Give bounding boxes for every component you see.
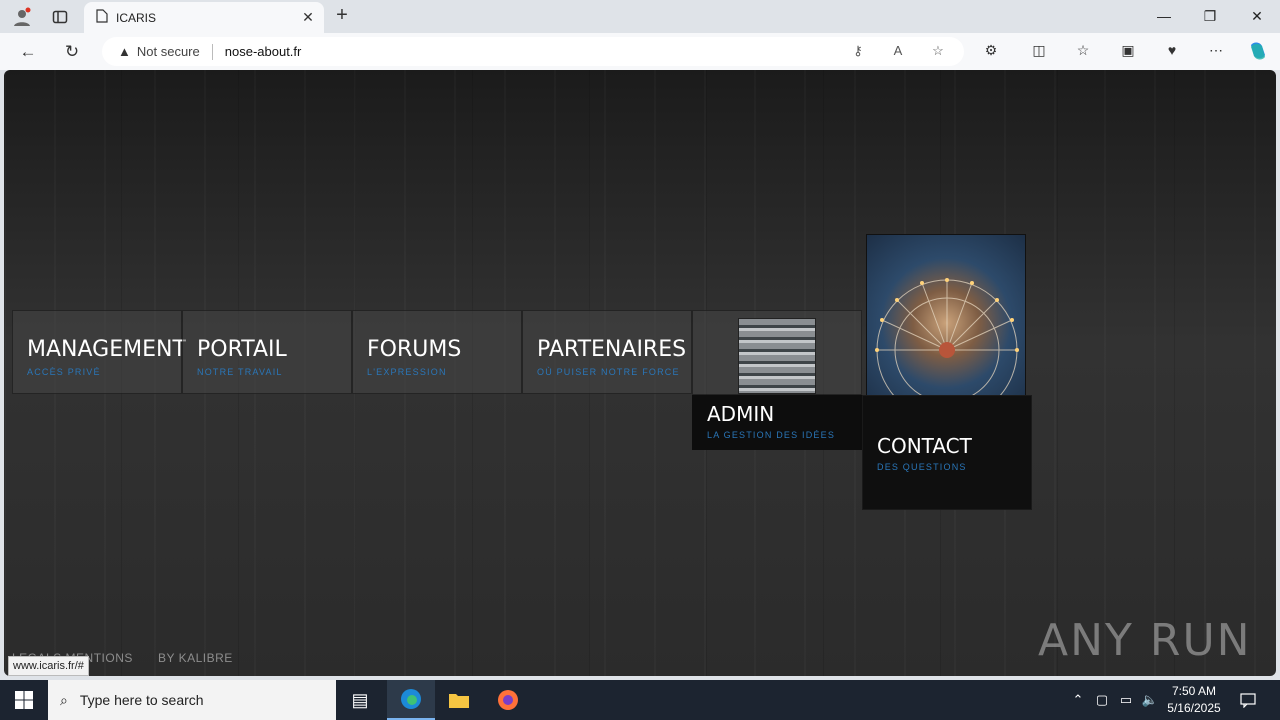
tray-app-icon[interactable]: ▢ [1092, 680, 1112, 720]
warning-icon[interactable]: ▲ [118, 44, 131, 59]
tab-actions-icon[interactable] [48, 6, 72, 28]
close-window-icon[interactable]: ✕ [1234, 4, 1280, 28]
tile-subtitle: LA GESTION DES IDÉES [707, 430, 836, 440]
server-rack-image [738, 318, 816, 394]
tile-subtitle: OÙ PUISER NOTRE FORCE [537, 367, 680, 377]
search-icon: ⌕ [60, 691, 68, 708]
firefox-icon[interactable] [484, 680, 532, 720]
start-button[interactable] [0, 680, 48, 720]
divider [211, 43, 213, 60]
split-screen-icon[interactable]: ◫ [1028, 42, 1050, 62]
back-icon[interactable]: ← [14, 39, 42, 65]
tile-subtitle: NOTRE TRAVAIL [197, 367, 283, 377]
taskbar-search[interactable]: ⌕ Type here to search [48, 680, 336, 720]
toolbar: ← ↻ ▲ Not secure nose-about.fr ⚷ A ☆ ⚙ ◫… [0, 33, 1280, 70]
collections-icon[interactable]: ▣ [1117, 42, 1139, 62]
tab-strip: ICARIS ✕ + — ❐ ✕ [0, 0, 1280, 33]
system-clock[interactable]: 7:50 AM 5/16/2025 [1160, 683, 1228, 717]
volume-icon[interactable]: 🔈 [1140, 680, 1160, 720]
clock-time: 7:50 AM [1171, 684, 1217, 698]
tab-icaris[interactable]: ICARIS ✕ [84, 2, 324, 33]
tile-title: CONTACT [877, 434, 972, 458]
profile-icon[interactable] [10, 6, 34, 28]
reload-icon[interactable]: ↻ [58, 39, 86, 65]
clock-date: 5/16/2025 [1167, 701, 1221, 715]
page-icon [96, 9, 108, 26]
anyrun-watermark: ANY RUN [1038, 614, 1252, 666]
tile-subtitle: L'EXPRESSION [367, 367, 447, 377]
security-label[interactable]: Not secure [137, 44, 200, 59]
task-view-icon[interactable]: ▤ [336, 680, 384, 720]
performance-icon[interactable]: ♥ [1161, 42, 1183, 62]
restore-icon[interactable]: ❐ [1187, 4, 1233, 28]
network-icon[interactable]: ▭ [1116, 680, 1136, 720]
ferris-wheel-image [866, 234, 1026, 396]
close-tab-icon[interactable]: ✕ [298, 9, 318, 26]
tile-subtitle: ACCÈS PRIVÉ [27, 367, 101, 377]
tile-forums[interactable]: FORUMS L'EXPRESSION [352, 310, 522, 394]
tile-admin[interactable]: ADMIN LA GESTION DES IDÉES [692, 395, 862, 450]
minimize-icon[interactable]: — [1141, 4, 1187, 28]
key-icon[interactable]: ⚷ [848, 43, 868, 61]
tile-title: MANAGEMENT [27, 337, 186, 362]
notifications-icon[interactable] [1234, 680, 1262, 720]
tile-title: PORTAIL [197, 337, 287, 362]
credit-link[interactable]: BY KALIBRE [158, 651, 233, 665]
edge-icon[interactable] [387, 680, 435, 720]
web-page: MANAGEMENT ACCÈS PRIVÉ PORTAIL NOTRE TRA… [4, 70, 1276, 676]
taskbar: ⌕ Type here to search ▤ ⌃ ▢ ▭ 🔈 7:50 AM … [0, 680, 1280, 720]
tile-title: ADMIN [707, 402, 775, 426]
tray-chevron-icon[interactable]: ⌃ [1068, 680, 1088, 720]
tile-portail[interactable]: PORTAIL NOTRE TRAVAIL [182, 310, 352, 394]
tile-subtitle: DES QUESTIONS [877, 462, 967, 472]
more-menu-icon[interactable]: ⋯ [1205, 42, 1227, 62]
copilot-icon[interactable] [1246, 39, 1268, 60]
tab-title: ICARIS [116, 10, 157, 25]
address-bar[interactable]: ▲ Not secure nose-about.fr ⚷ A ☆ [102, 37, 964, 66]
file-explorer-icon[interactable] [435, 680, 483, 720]
tile-contact[interactable]: CONTACT DES QUESTIONS [862, 395, 1032, 510]
favorites-icon[interactable]: ☆ [1072, 42, 1094, 62]
extensions-icon[interactable]: ⚙ [980, 42, 1002, 62]
url-text[interactable]: nose-about.fr [225, 44, 302, 59]
tile-partenaires[interactable]: PARTENAIRES OÙ PUISER NOTRE FORCE [522, 310, 692, 394]
tile-management[interactable]: MANAGEMENT ACCÈS PRIVÉ [12, 310, 186, 394]
status-bar-url: www.icaris.fr/# [8, 656, 89, 676]
search-placeholder: Type here to search [79, 692, 204, 708]
favorite-star-icon[interactable]: ☆ [928, 43, 948, 61]
new-tab-button[interactable]: + [330, 4, 354, 28]
read-aloud-icon[interactable]: A [888, 43, 908, 61]
tile-title: FORUMS [367, 337, 462, 362]
tile-title: PARTENAIRES [537, 337, 687, 362]
